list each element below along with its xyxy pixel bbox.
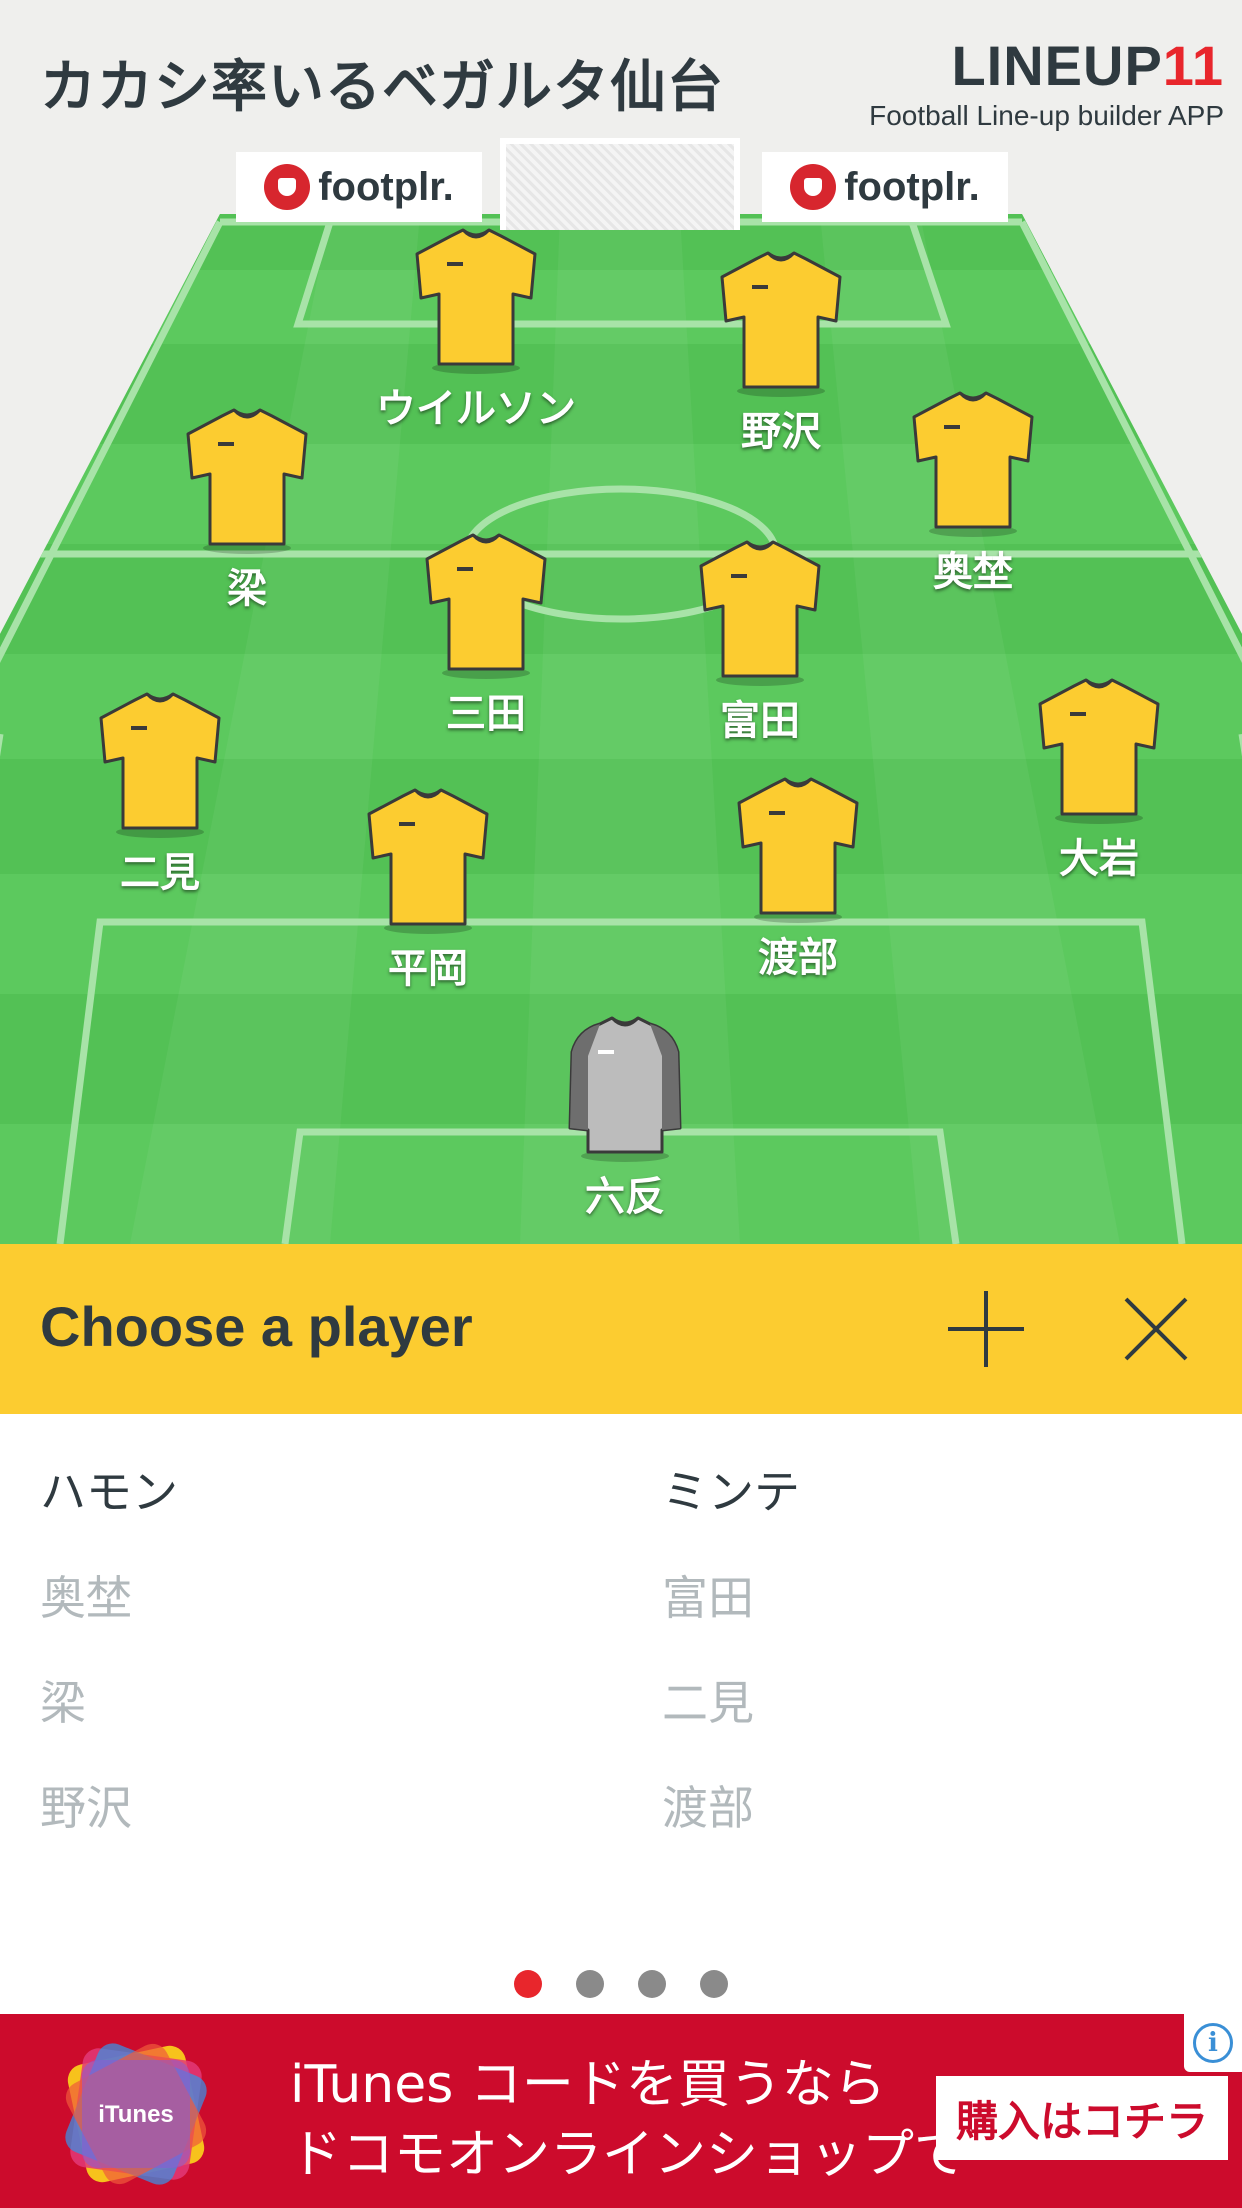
sponsor-label: footplr. (318, 164, 454, 209)
shirt-icon (737, 777, 859, 923)
player-name: 三田 (446, 691, 526, 737)
team-title[interactable]: カカシ率いるベガルタ仙台 (40, 42, 724, 123)
shirt-icon (425, 533, 547, 679)
list-item[interactable]: 野沢 (40, 1772, 132, 1838)
player-name: 二見 (120, 850, 200, 896)
ad-banner[interactable]: iTunes iTunes コードを買うなら ドコモオンラインショップで 購入は… (0, 2014, 1242, 2208)
shirt-icon (415, 228, 537, 374)
player-slot[interactable]: 富田 (630, 540, 890, 746)
list-item[interactable]: 渡部 (662, 1772, 754, 1838)
brand-tagline: Football Line-up builder APP (869, 100, 1224, 131)
ad-line-2: ドコモオンラインショップで (290, 2125, 967, 2185)
ad-line-1: iTunes コードを買うなら (290, 2055, 886, 2115)
close-icon (1124, 1297, 1188, 1361)
player-slot[interactable]: 二見 (30, 692, 290, 898)
ad-copy: iTunes コードを買うなら ドコモオンラインショップで (290, 2050, 966, 2190)
sponsor-board-left: footplr. (236, 152, 482, 222)
list-item[interactable]: ハモン (40, 1456, 178, 1522)
shirt-icon (367, 788, 489, 934)
footplr-logo-icon (264, 164, 311, 210)
player-name: 富田 (720, 698, 800, 744)
list-item[interactable]: ミンテ (662, 1456, 800, 1522)
shirt-icon (186, 408, 308, 554)
lineup11-logo: LINEUP11 Football Line-up builder APP (869, 38, 1224, 132)
add-player-button[interactable] (946, 1289, 1026, 1369)
goalkeeper-slot[interactable]: 六反 (495, 1016, 755, 1222)
page-indicator (0, 1970, 1242, 1998)
shirt-icon (1038, 678, 1160, 824)
shirt-icon (699, 540, 821, 686)
player-list: ハモン 奥埜 梁 野沢 ミンテ 富田 二見 渡部 (0, 1414, 1242, 2014)
goalkeeper-shirt-icon (568, 1016, 682, 1162)
shirt-icon (912, 391, 1034, 537)
list-item[interactable]: 富田 (662, 1562, 754, 1628)
player-name: 大岩 (1059, 836, 1139, 882)
page-dot[interactable] (700, 1970, 728, 1998)
plus-icon (948, 1291, 1024, 1367)
player-name: 渡部 (758, 935, 838, 981)
itunes-card-label: iTunes (98, 2101, 174, 2128)
itunes-card-icon: iTunes (65, 2043, 207, 2185)
list-item[interactable]: 奥埜 (40, 1562, 132, 1628)
ad-info-button[interactable]: i (1184, 2014, 1242, 2072)
footplr-logo-icon (790, 164, 837, 210)
shirt-icon (720, 251, 842, 397)
player-slot[interactable]: 三田 (356, 533, 616, 739)
player-slot[interactable]: 梁 (117, 408, 377, 614)
list-item[interactable]: 梁 (40, 1667, 86, 1733)
sponsor-label: footplr. (844, 164, 980, 209)
page-dot[interactable] (576, 1970, 604, 1998)
shirt-icon (99, 692, 221, 838)
player-name: 梁 (227, 566, 267, 612)
player-slot[interactable]: 渡部 (668, 777, 928, 983)
info-icon: i (1193, 2023, 1233, 2063)
close-chooser-button[interactable] (1116, 1289, 1196, 1369)
page-dot-active[interactable] (514, 1970, 542, 1998)
list-item[interactable]: 二見 (662, 1667, 754, 1733)
ad-buy-button[interactable]: 購入はコチラ (936, 2076, 1228, 2160)
player-name: 平岡 (388, 946, 468, 992)
brand-name: LINEUP (951, 34, 1163, 97)
page-dot[interactable] (638, 1970, 666, 1998)
goal-net (500, 138, 740, 230)
player-name: ウイルソン (376, 386, 576, 432)
choose-player-title: Choose a player (40, 1295, 473, 1358)
player-slot[interactable]: 大岩 (969, 678, 1229, 884)
player-name: 六反 (585, 1174, 665, 1220)
brand-wordmark: LINEUP11 (869, 38, 1224, 94)
choose-player-bar: Choose a player (0, 1244, 1242, 1414)
sponsor-board-right: footplr. (762, 152, 1008, 222)
player-slot[interactable]: 平岡 (298, 788, 558, 994)
brand-number: 11 (1162, 34, 1224, 97)
player-slot[interactable]: ウイルソン (346, 228, 606, 434)
